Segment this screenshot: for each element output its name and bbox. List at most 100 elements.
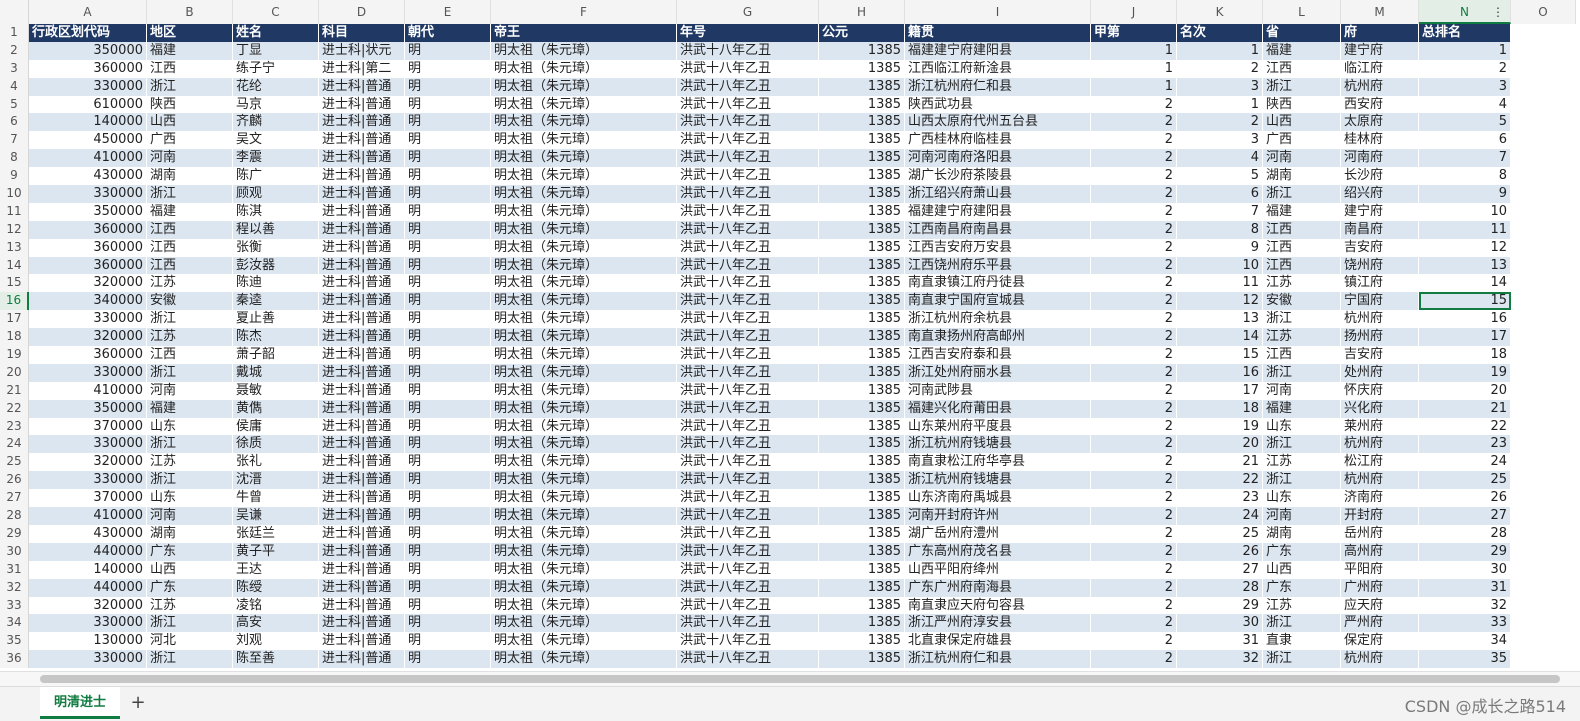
empty-cell[interactable]: [1511, 59, 1576, 78]
empty-cell[interactable]: [1511, 274, 1576, 293]
empty-cell[interactable]: [1511, 489, 1576, 508]
table-cell[interactable]: 江西饶州府乐平县: [905, 256, 1091, 275]
empty-cell[interactable]: [1511, 113, 1576, 132]
table-cell[interactable]: 洪武十八年乙丑: [677, 560, 819, 579]
table-cell[interactable]: 28: [1419, 524, 1511, 543]
table-cell[interactable]: 进士科|普通: [319, 632, 405, 651]
row-number[interactable]: 17: [0, 310, 29, 329]
table-cell[interactable]: 330000: [29, 435, 147, 454]
empty-cell[interactable]: [1511, 596, 1576, 615]
table-cell[interactable]: 江西: [1263, 238, 1341, 257]
table-cell[interactable]: 陕西武功县: [905, 95, 1091, 114]
table-cell[interactable]: 3: [1177, 77, 1263, 96]
table-cell[interactable]: 1385: [819, 77, 905, 96]
table-cell[interactable]: 7: [1419, 149, 1511, 168]
table-cell[interactable]: 进士科|普通: [319, 202, 405, 221]
table-cell[interactable]: 1385: [819, 399, 905, 418]
row-number[interactable]: 12: [0, 220, 29, 239]
table-cell[interactable]: 吴谦: [233, 507, 319, 525]
table-cell[interactable]: 2: [1091, 578, 1177, 597]
table-cell[interactable]: 2: [1091, 149, 1177, 168]
table-cell[interactable]: 松江府: [1341, 453, 1419, 472]
table-cell[interactable]: 江西南昌府南昌县: [905, 220, 1091, 239]
empty-cell[interactable]: [1511, 41, 1576, 60]
table-cell[interactable]: 江西: [147, 346, 233, 364]
table-cell[interactable]: 360000: [29, 238, 147, 257]
table-cell[interactable]: 江西: [147, 256, 233, 275]
table-cell[interactable]: 2: [1091, 417, 1177, 436]
table-cell[interactable]: 明太祖（朱元璋）: [491, 185, 677, 203]
table-cell[interactable]: 进士科|普通: [319, 238, 405, 257]
table-cell[interactable]: 浙江: [147, 77, 233, 96]
table-cell[interactable]: 进士科|普通: [319, 95, 405, 114]
table-cell[interactable]: 进士科|普通: [319, 542, 405, 561]
table-cell[interactable]: 33: [1419, 614, 1511, 633]
table-cell[interactable]: 2: [1177, 113, 1263, 132]
table-cell[interactable]: 浙江杭州府钱塘县: [905, 435, 1091, 454]
table-cell[interactable]: 20: [1177, 435, 1263, 454]
table-cell[interactable]: 江西吉安府万安县: [905, 238, 1091, 257]
empty-cell[interactable]: [1511, 77, 1576, 96]
table-cell[interactable]: 1: [1177, 41, 1263, 60]
table-cell[interactable]: 5: [1419, 113, 1511, 132]
table-cell[interactable]: 建宁府: [1341, 41, 1419, 60]
table-cell[interactable]: 明太祖（朱元璋）: [491, 596, 677, 615]
table-cell[interactable]: 350000: [29, 399, 147, 418]
table-cell[interactable]: 2: [1091, 399, 1177, 418]
column-title[interactable]: 甲第: [1091, 24, 1177, 42]
table-cell[interactable]: 侯庸: [233, 417, 319, 436]
table-cell[interactable]: 明: [405, 77, 491, 96]
table-cell[interactable]: 进士科|普通: [319, 346, 405, 364]
table-cell[interactable]: 22: [1177, 471, 1263, 490]
row-number[interactable]: 32: [0, 578, 29, 597]
table-cell[interactable]: 明太祖（朱元璋）: [491, 149, 677, 168]
column-menu-icon[interactable]: ⋮: [1492, 0, 1504, 24]
row-number[interactable]: 31: [0, 560, 29, 579]
table-cell[interactable]: 明: [405, 632, 491, 651]
empty-cell[interactable]: [1511, 381, 1576, 400]
table-cell[interactable]: 浙江绍兴府萧山县: [905, 185, 1091, 203]
table-cell[interactable]: 明太祖（朱元璋）: [491, 560, 677, 579]
table-cell[interactable]: 湖南: [147, 167, 233, 186]
table-cell[interactable]: 福建: [147, 399, 233, 418]
table-cell[interactable]: 明太祖（朱元璋）: [491, 256, 677, 275]
table-cell[interactable]: 浙江: [147, 471, 233, 490]
table-cell[interactable]: 进士科|普通: [319, 507, 405, 525]
table-cell[interactable]: 进士科|普通: [319, 596, 405, 615]
spreadsheet-grid[interactable]: A B C D E F G H I J K L M N ⋮ O 1 行政区划代码 地区 姓名 科目 朝代 帝王 年号 公元 籍贯…: [0, 0, 1580, 670]
table-cell[interactable]: 2: [1419, 59, 1511, 78]
row-number[interactable]: 22: [0, 399, 29, 418]
table-cell[interactable]: 岳州府: [1341, 524, 1419, 543]
table-cell[interactable]: 南直隶应天府句容县: [905, 596, 1091, 615]
row-number[interactable]: 19: [0, 346, 29, 364]
table-cell[interactable]: 明: [405, 95, 491, 114]
table-cell[interactable]: 北直隶保定府雄县: [905, 632, 1091, 651]
table-cell[interactable]: 顾观: [233, 185, 319, 203]
table-cell[interactable]: 8: [1419, 167, 1511, 186]
table-cell[interactable]: 1385: [819, 59, 905, 78]
table-cell[interactable]: 2: [1091, 453, 1177, 472]
table-cell[interactable]: 进士科|第二: [319, 59, 405, 78]
table-cell[interactable]: 湖南: [1263, 167, 1341, 186]
table-cell[interactable]: 江西: [1263, 256, 1341, 275]
table-cell[interactable]: 洪武十八年乙丑: [677, 113, 819, 132]
row-number[interactable]: 30: [0, 542, 29, 561]
table-cell[interactable]: 明太祖（朱元璋）: [491, 650, 677, 669]
table-cell[interactable]: 张廷兰: [233, 524, 319, 543]
table-cell[interactable]: 浙江: [1263, 471, 1341, 490]
table-cell[interactable]: 14: [1177, 328, 1263, 347]
table-cell[interactable]: 29: [1419, 542, 1511, 561]
table-cell[interactable]: 浙江: [147, 614, 233, 633]
table-cell[interactable]: 江苏: [1263, 328, 1341, 347]
table-cell[interactable]: 太原府: [1341, 113, 1419, 132]
table-cell[interactable]: 李震: [233, 149, 319, 168]
empty-cell[interactable]: [1511, 471, 1576, 490]
table-cell[interactable]: 高安: [233, 614, 319, 633]
table-cell[interactable]: 吉安府: [1341, 238, 1419, 257]
table-cell[interactable]: 2: [1091, 542, 1177, 561]
table-cell[interactable]: 31: [1419, 578, 1511, 597]
table-cell[interactable]: 明: [405, 596, 491, 615]
table-cell[interactable]: 3: [1419, 77, 1511, 96]
row-number[interactable]: 28: [0, 507, 29, 525]
table-cell[interactable]: 明: [405, 417, 491, 436]
